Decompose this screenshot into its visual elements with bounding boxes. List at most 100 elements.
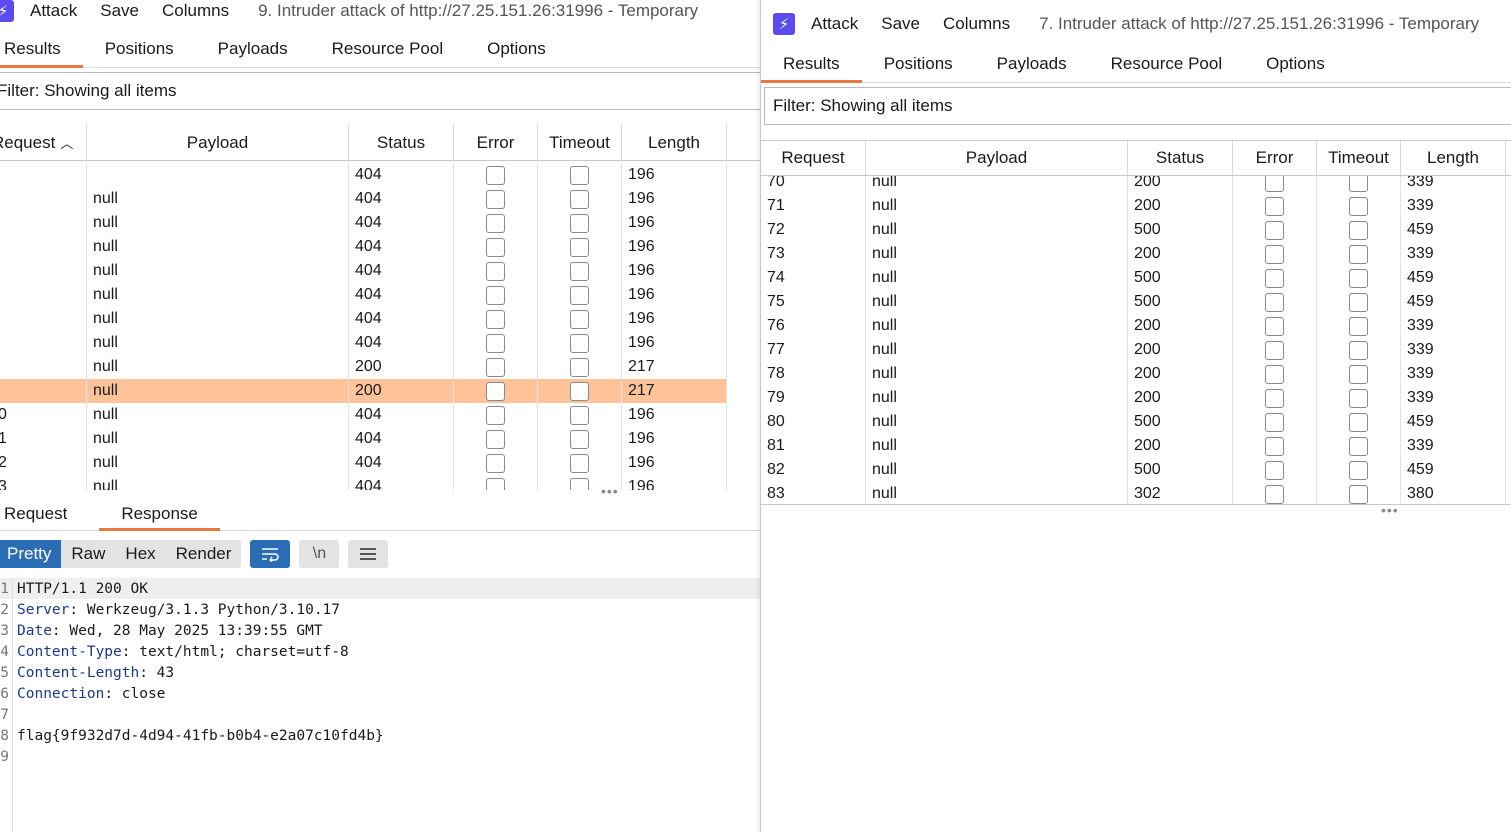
table-row[interactable]: 78 null 200 339 <box>761 362 1506 386</box>
wrap-icon[interactable] <box>250 540 291 568</box>
col-timeout[interactable]: Timeout <box>538 125 622 160</box>
timeout-checkbox[interactable] <box>570 237 589 257</box>
tab-payloads[interactable]: Payloads <box>196 37 310 67</box>
attack-menu[interactable]: Attack <box>811 14 858 34</box>
tab-results[interactable]: Results <box>761 52 862 83</box>
timeout-checkbox[interactable] <box>1349 388 1368 408</box>
table-row[interactable]: 75 null 500 459 <box>761 290 1506 314</box>
attack-menu[interactable]: Attack <box>30 1 77 21</box>
table-row[interactable]: 80 null 500 459 <box>761 410 1506 434</box>
timeout-checkbox[interactable] <box>570 405 589 425</box>
tab-resource-pool[interactable]: Resource Pool <box>310 37 466 67</box>
tab-options[interactable]: Options <box>465 37 568 67</box>
tab-request[interactable]: Request <box>0 500 89 530</box>
table-row[interactable]: 76 null 200 339 <box>761 314 1506 338</box>
timeout-checkbox[interactable] <box>1349 460 1368 480</box>
table-row[interactable]: 81 null 200 339 <box>761 434 1506 458</box>
table-row[interactable]: 71 null 200 339 <box>761 194 1506 218</box>
col-request[interactable]: Request ︿ <box>0 125 87 160</box>
error-checkbox[interactable] <box>1265 244 1284 264</box>
table-row[interactable]: 77 null 200 339 <box>761 338 1506 362</box>
timeout-checkbox[interactable] <box>570 477 589 490</box>
timeout-checkbox[interactable] <box>570 453 589 473</box>
col-status[interactable]: Status <box>349 125 454 160</box>
error-checkbox[interactable] <box>1265 412 1284 432</box>
timeout-checkbox[interactable] <box>1349 196 1368 216</box>
timeout-checkbox[interactable] <box>570 333 589 353</box>
error-checkbox[interactable] <box>1265 340 1284 360</box>
error-checkbox[interactable] <box>1265 268 1284 288</box>
col-payload[interactable]: Payload <box>87 125 349 160</box>
table-row[interactable]: null 404 196 <box>0 211 727 235</box>
col-timeout[interactable]: Timeout <box>1317 141 1401 175</box>
table-row[interactable]: 1null404 196 <box>0 427 727 451</box>
error-checkbox[interactable] <box>1265 196 1284 216</box>
table-row[interactable]: null 404 196 <box>0 331 727 355</box>
error-checkbox[interactable] <box>486 357 505 377</box>
splitter-grip-icon[interactable]: ••• <box>601 483 619 499</box>
timeout-checkbox[interactable] <box>1349 292 1368 312</box>
error-checkbox[interactable] <box>1265 364 1284 384</box>
table-row[interactable]: null 404 196 <box>0 235 727 259</box>
timeout-checkbox[interactable] <box>1349 220 1368 240</box>
error-checkbox[interactable] <box>486 261 505 281</box>
col-error[interactable]: Error <box>1233 141 1317 175</box>
table-row[interactable]: null 404 196 <box>0 283 727 307</box>
timeout-checkbox[interactable] <box>1349 316 1368 336</box>
timeout-checkbox[interactable] <box>570 309 589 329</box>
table-row[interactable]: 404 196 <box>0 163 727 187</box>
timeout-checkbox[interactable] <box>1349 244 1368 264</box>
error-checkbox[interactable] <box>1265 460 1284 480</box>
error-checkbox[interactable] <box>486 309 505 329</box>
table-row[interactable]: null 200 217 <box>0 379 727 403</box>
splitter-grip-icon[interactable]: ••• <box>1381 502 1399 518</box>
error-checkbox[interactable] <box>486 405 505 425</box>
timeout-checkbox[interactable] <box>570 189 589 209</box>
table-row[interactable]: null 200 217 <box>0 355 727 379</box>
timeout-checkbox[interactable] <box>1349 268 1368 288</box>
timeout-checkbox[interactable] <box>1349 436 1368 456</box>
tab-positions[interactable]: Positions <box>862 52 975 82</box>
timeout-checkbox[interactable] <box>1349 484 1368 504</box>
col-length[interactable]: Length <box>622 125 727 160</box>
timeout-checkbox[interactable] <box>570 381 589 401</box>
tab-results[interactable]: Results <box>0 37 83 68</box>
timeout-checkbox[interactable] <box>1349 176 1368 192</box>
tab-resource-pool[interactable]: Resource Pool <box>1089 52 1245 82</box>
error-checkbox[interactable] <box>486 477 505 490</box>
hex-button[interactable]: Hex <box>115 540 165 568</box>
table-row[interactable]: null 404 196 <box>0 259 727 283</box>
table-row[interactable]: 82 null 500 459 <box>761 458 1506 482</box>
col-error[interactable]: Error <box>454 125 538 160</box>
timeout-checkbox[interactable] <box>1349 340 1368 360</box>
table-row[interactable]: 79 null 200 339 <box>761 386 1506 410</box>
error-checkbox[interactable] <box>486 429 505 449</box>
error-checkbox[interactable] <box>486 213 505 233</box>
table-row[interactable]: null 404 196 <box>0 307 727 331</box>
columns-menu[interactable]: Columns <box>943 14 1010 34</box>
error-checkbox[interactable] <box>1265 176 1284 192</box>
table-row[interactable]: 73 null 200 339 <box>761 242 1506 266</box>
error-checkbox[interactable] <box>486 285 505 305</box>
error-checkbox[interactable] <box>1265 436 1284 456</box>
col-length[interactable]: Length <box>1401 141 1506 175</box>
menu-icon[interactable] <box>348 540 389 568</box>
render-button[interactable]: Render <box>166 540 242 568</box>
error-checkbox[interactable] <box>1265 316 1284 336</box>
error-checkbox[interactable] <box>486 381 505 401</box>
raw-button[interactable]: Raw <box>61 540 115 568</box>
timeout-checkbox[interactable] <box>570 429 589 449</box>
error-checkbox[interactable] <box>486 189 505 209</box>
error-checkbox[interactable] <box>1265 220 1284 240</box>
error-checkbox[interactable] <box>486 453 505 473</box>
error-checkbox[interactable] <box>1265 484 1284 504</box>
tab-response[interactable]: Response <box>99 500 220 531</box>
tab-options[interactable]: Options <box>1244 52 1347 82</box>
newline-icon[interactable]: \n <box>299 540 340 568</box>
save-menu[interactable]: Save <box>100 1 139 21</box>
col-payload[interactable]: Payload <box>866 141 1128 175</box>
timeout-checkbox[interactable] <box>1349 364 1368 384</box>
table-row[interactable]: 2null404 196 <box>0 451 727 475</box>
error-checkbox[interactable] <box>1265 388 1284 408</box>
timeout-checkbox[interactable] <box>570 213 589 233</box>
